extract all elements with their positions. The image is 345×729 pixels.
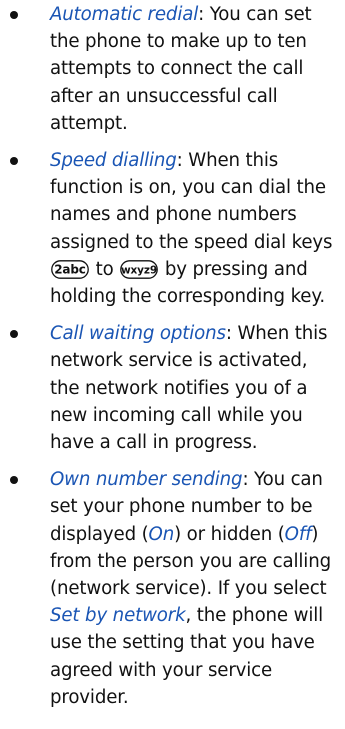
list-item-speed-dialling: Speed dialling: When this function is on… — [10, 147, 339, 310]
bullet-icon — [10, 157, 18, 166]
list-item-automatic-redial: Automatic redial: You can set the phone … — [10, 1, 339, 137]
item-text: to — [90, 258, 120, 280]
list-item-own-number-sending: Own number sending: You can set your pho… — [10, 466, 339, 711]
bullet-icon — [10, 476, 18, 485]
list-item-call-waiting-options: Call waiting options: When this network … — [10, 320, 339, 456]
option-on: On — [148, 523, 175, 545]
keypad-9-key-icon: wxyz9 — [120, 259, 159, 279]
item-text: ) or hidden ( — [174, 523, 285, 545]
bullet-icon — [10, 330, 18, 339]
manual-page: Automatic redial: You can set the phone … — [0, 1, 345, 729]
bullet-icon — [10, 11, 18, 19]
term-automatic-redial: Automatic redial — [50, 4, 199, 25]
term-call-waiting-options: Call waiting options — [50, 323, 226, 345]
keypad-2-key-icon: 2abc — [51, 259, 89, 279]
term-own-number-sending: Own number sending — [50, 469, 243, 491]
option-off: Off — [284, 523, 312, 545]
settings-list: Automatic redial: You can set the phone … — [10, 1, 339, 711]
key-end-label: wxyz9 — [121, 264, 157, 276]
term-speed-dialling: Speed dialling — [50, 150, 177, 172]
option-set-by-network: Set by network — [50, 605, 186, 627]
key-start-label: 2abc — [54, 262, 86, 276]
